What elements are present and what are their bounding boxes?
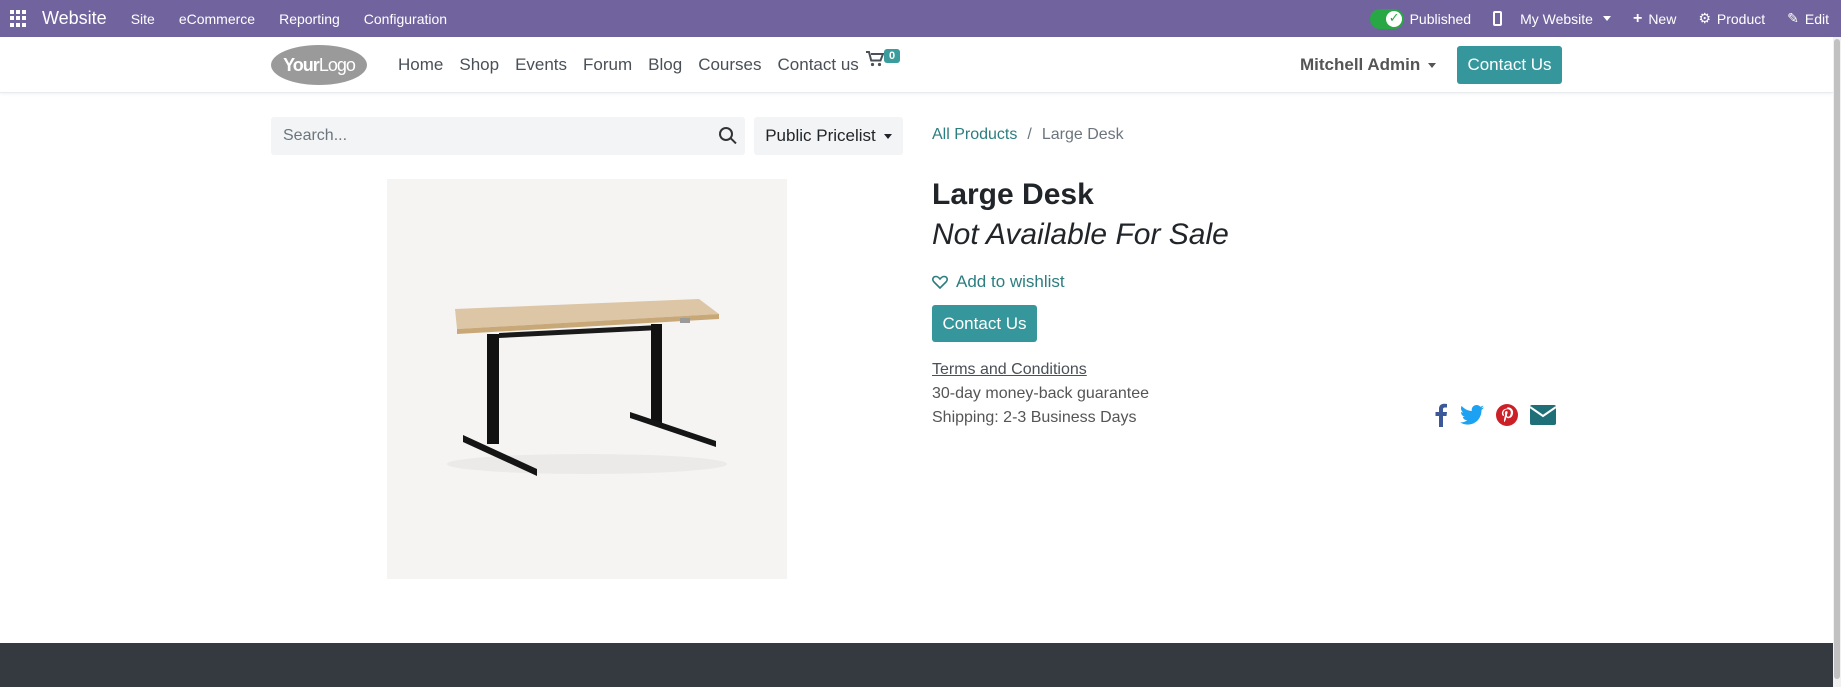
scrollbar-thumb[interactable] xyxy=(1834,39,1840,679)
main-menu: Home Shop Events Forum Blog Courses Cont… xyxy=(398,37,859,93)
cart-button[interactable]: 0 xyxy=(866,49,901,72)
menu-site[interactable]: Site xyxy=(131,11,155,27)
add-to-wishlist-link[interactable]: Add to wishlist xyxy=(932,272,1065,292)
breadcrumb: All Products / Large Desk xyxy=(932,126,1124,144)
wishlist-label: Add to wishlist xyxy=(956,272,1065,291)
user-name: Mitchell Admin xyxy=(1300,55,1421,74)
logo-text-light: Logo xyxy=(318,54,356,75)
nav-events[interactable]: Events xyxy=(515,55,567,75)
pinterest-icon[interactable] xyxy=(1496,404,1518,426)
website-label: My Website xyxy=(1520,10,1593,27)
pricelist-label: Public Pricelist xyxy=(765,126,876,145)
nav-forum[interactable]: Forum xyxy=(583,55,632,75)
search-icon[interactable] xyxy=(719,127,733,141)
page-scrollbar[interactable] xyxy=(1833,37,1841,687)
new-button[interactable]: + New xyxy=(1633,10,1676,28)
breadcrumb-separator: / xyxy=(1027,126,1032,143)
chevron-down-icon xyxy=(1602,16,1611,21)
user-menu[interactable]: Mitchell Admin xyxy=(1300,37,1437,93)
menu-ecommerce[interactable]: eCommerce xyxy=(179,11,255,27)
breadcrumb-current: Large Desk xyxy=(1041,126,1124,143)
website-navbar: Your Logo Home Shop Events Forum Blog Cou… xyxy=(0,37,1833,93)
heart-icon xyxy=(932,275,948,289)
admin-topbar: Website Site eCommerce Reporting Configu… xyxy=(0,0,1841,37)
apps-grid-icon[interactable] xyxy=(10,9,28,28)
published-label: Published xyxy=(1409,10,1472,27)
facebook-icon[interactable] xyxy=(1434,403,1448,427)
twitter-icon[interactable] xyxy=(1460,405,1484,425)
cart-icon xyxy=(866,51,885,67)
published-toggle[interactable]: ✓ Published xyxy=(1369,8,1472,29)
product-button[interactable]: ⚙ Product xyxy=(1698,10,1765,27)
product-contact-button[interactable]: Contact Us xyxy=(932,305,1037,342)
new-label: New xyxy=(1648,10,1677,27)
gear-icon: ⚙ xyxy=(1698,10,1711,26)
pencil-icon: ✎ xyxy=(1787,10,1799,26)
header-contact-button[interactable]: Contact Us xyxy=(1457,46,1562,84)
breadcrumb-all-products[interactable]: All Products xyxy=(932,126,1017,144)
page-footer xyxy=(0,643,1833,687)
nav-shop[interactable]: Shop xyxy=(459,55,499,75)
search-box[interactable]: Search... xyxy=(271,117,745,155)
topbar-actions: ✓ Published My Website + New ⚙ Product ✎… xyxy=(1369,0,1829,37)
site-logo[interactable]: Your Logo xyxy=(271,45,367,85)
chevron-down-icon xyxy=(883,133,892,139)
guarantee-text: 30-day money-back guarantee xyxy=(932,385,1150,402)
pricelist-dropdown[interactable]: Public Pricelist xyxy=(754,117,903,155)
edit-label: Edit xyxy=(1804,10,1829,27)
cart-count-badge: 0 xyxy=(884,49,901,63)
plus-icon: + xyxy=(1632,9,1643,27)
availability-text: Not Available For Sale xyxy=(932,218,1229,251)
nav-home[interactable]: Home xyxy=(398,55,443,75)
product-image[interactable] xyxy=(387,179,787,579)
nav-courses[interactable]: Courses xyxy=(698,55,761,75)
product-title: Large Desk xyxy=(932,178,1094,211)
nav-contact-us[interactable]: Contact us xyxy=(778,55,859,75)
website-switcher[interactable]: My Website xyxy=(1493,11,1611,27)
chevron-down-icon xyxy=(1428,62,1437,68)
toggle-switch-icon: ✓ xyxy=(1369,8,1404,29)
menu-configuration[interactable]: Configuration xyxy=(364,11,447,27)
logo-text-bold: Your xyxy=(283,54,320,75)
nav-blog[interactable]: Blog xyxy=(648,55,682,75)
social-share xyxy=(1434,403,1556,427)
mobile-preview-icon[interactable] xyxy=(1493,11,1503,26)
app-brand[interactable]: Website xyxy=(42,8,107,29)
terms-link[interactable]: Terms and Conditions xyxy=(932,361,1087,379)
menu-reporting[interactable]: Reporting xyxy=(279,11,340,27)
product-label: Product xyxy=(1716,10,1766,27)
desk-image xyxy=(447,299,727,476)
edit-button[interactable]: ✎ Edit xyxy=(1787,10,1829,27)
shipping-text: Shipping: 2-3 Business Days xyxy=(932,409,1137,426)
email-icon[interactable] xyxy=(1530,405,1556,425)
search-input[interactable]: Search... xyxy=(283,127,347,145)
